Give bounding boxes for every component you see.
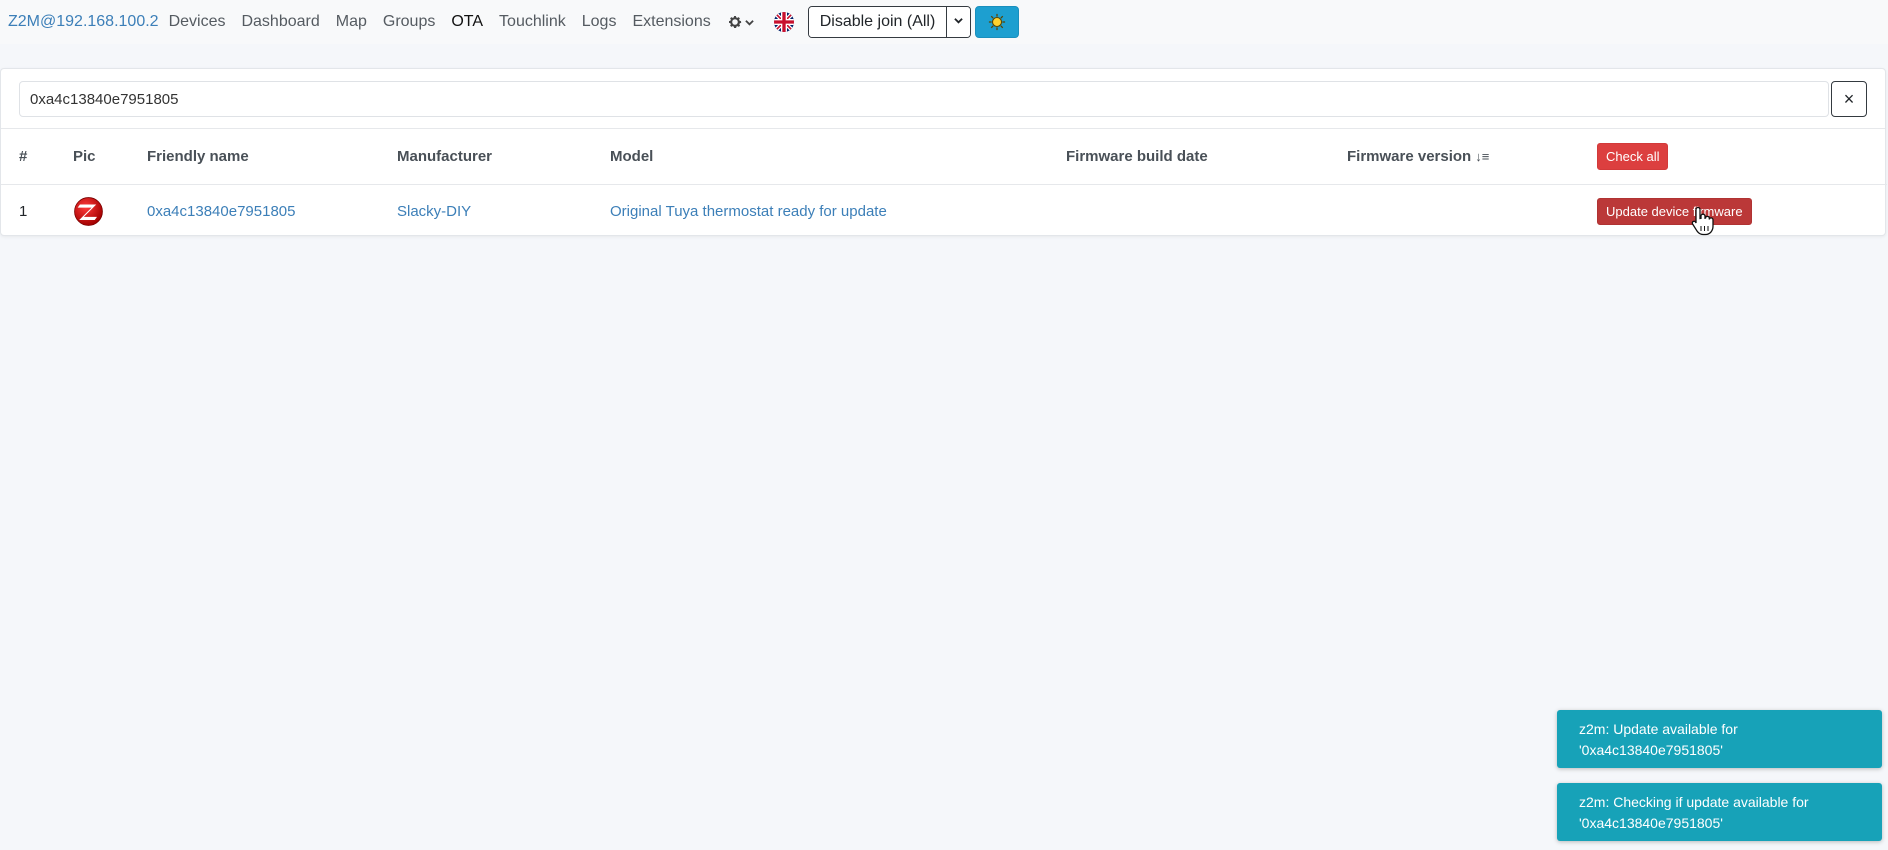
header-model[interactable]: Model [610,129,1066,185]
friendly-name-link[interactable]: 0xa4c13840e7951805 [147,203,295,220]
permit-join-group: Disable join (All) [807,6,972,38]
zigbee-logo-icon [74,197,103,227]
toast-update-available[interactable]: z2m: Update available for '0xa4c13840e79… [1557,710,1882,768]
ota-table: # Pic Friendly name Manufacturer Model F… [1,129,1887,239]
table-header-row: # Pic Friendly name Manufacturer Model F… [1,129,1887,185]
clear-search-button[interactable]: × [1831,81,1867,117]
sun-icon [989,13,1006,31]
nav-extensions[interactable]: Extensions [632,13,710,31]
row-model[interactable]: Original Tuya thermostat ready for updat… [610,184,1066,239]
check-all-button[interactable]: Check all [1597,142,1669,170]
nav-ota[interactable]: OTA [451,13,483,31]
sort-descending-icon: ↓≡ [1475,148,1490,164]
brand-link[interactable]: Z2M@192.168.100.2 [8,13,159,31]
update-device-firmware-button[interactable]: Update device firmware [1597,198,1752,226]
row-firmware-build-date [1066,184,1347,239]
search-input[interactable] [19,81,1829,117]
header-pic: Pic [55,129,147,185]
settings-dropdown[interactable] [727,14,754,30]
theme-toggle-button[interactable] [975,6,1020,38]
top-navbar: Z2M@192.168.100.2 Devices Dashboard Map … [0,0,1888,44]
header-firmware-version[interactable]: Firmware version ↓≡ [1347,129,1597,185]
header-actions: Check all [1597,129,1887,185]
row-friendly-name[interactable]: 0xa4c13840e7951805 [147,184,397,239]
toast-checking-update[interactable]: z2m: Checking if update available for '0… [1557,783,1882,841]
nav-touchlink[interactable]: Touchlink [499,13,566,31]
nav-groups[interactable]: Groups [383,13,435,31]
row-firmware-version [1347,184,1597,239]
row-manufacturer[interactable]: Slacky-DIY [397,184,610,239]
header-num: # [1,129,55,185]
header-firmware-version-label: Firmware version [1347,147,1472,165]
disable-join-button[interactable]: Disable join (All) [808,7,947,37]
gear-icon [728,16,741,28]
row-num: 1 [19,203,28,221]
chevron-down-icon [744,19,754,26]
toast-line: z2m: Checking if update available for [1579,794,1809,810]
chevron-down-icon [954,18,964,24]
uk-flag-icon[interactable] [773,12,794,32]
row-actions: Update device firmware [1597,184,1887,239]
nav-dashboard[interactable]: Dashboard [241,13,319,31]
toast-line: '0xa4c13840e7951805' [1579,742,1723,758]
toast-line: '0xa4c13840e7951805' [1579,815,1723,831]
header-firmware-build-date[interactable]: Firmware build date [1066,129,1347,185]
search-row: × [19,81,1867,117]
toast-line: z2m: Update available for [1579,721,1738,737]
join-dropdown-toggle[interactable] [946,7,971,37]
header-friendly-name[interactable]: Friendly name [147,129,397,185]
manufacturer-link[interactable]: Slacky-DIY [397,203,471,220]
hand-pointer-cursor-icon [1691,206,1714,236]
row-pic [55,184,147,239]
nav-devices[interactable]: Devices [169,13,226,31]
nav-logs[interactable]: Logs [582,13,617,31]
model-link[interactable]: Original Tuya thermostat ready for updat… [610,203,887,220]
table-row: 1 0xa4c13840e7951805 Slacky-DIY Original… [1,184,1887,239]
ota-card: × # Pic Friendly name Manufacturer Model… [0,68,1887,239]
header-manufacturer[interactable]: Manufacturer [397,129,610,185]
nav-map[interactable]: Map [336,13,367,31]
